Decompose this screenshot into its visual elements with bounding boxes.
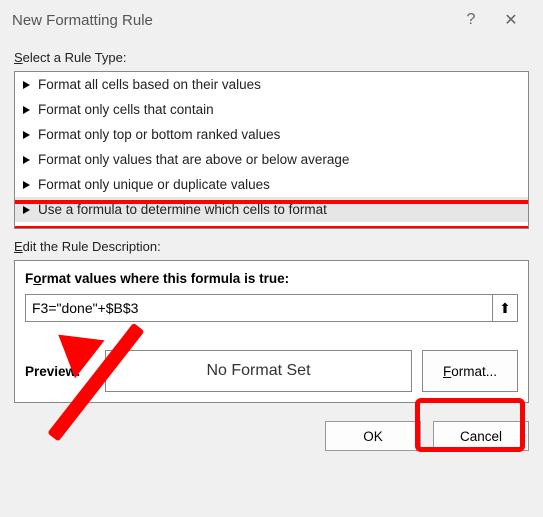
format-button[interactable]: Format... — [422, 350, 518, 392]
rule-item-label: Format only top or bottom ranked values — [38, 127, 280, 142]
close-button[interactable]: ✕ — [491, 10, 531, 30]
preview-box: No Format Set — [105, 350, 412, 392]
rule-item-formula[interactable]: Use a formula to determine which cells t… — [15, 197, 528, 222]
bullet-icon — [23, 181, 30, 189]
cancel-button[interactable]: Cancel — [433, 421, 529, 451]
preview-row: Preview: No Format Set Format... — [25, 350, 518, 392]
rule-item-unique-dup[interactable]: Format only unique or duplicate values — [15, 172, 528, 197]
dialog-title: New Formatting Rule — [12, 12, 451, 29]
formula-heading: Format values where this formula is true… — [25, 271, 518, 286]
bullet-icon — [23, 156, 30, 164]
formula-row: ⬆ — [25, 294, 518, 322]
rule-description-box: Format values where this formula is true… — [14, 260, 529, 403]
rule-type-label: Select a Rule Type: — [14, 50, 529, 65]
edit-desc-label: Edit the Rule Description: — [14, 239, 529, 254]
rule-item-above-below[interactable]: Format only values that are above or bel… — [15, 147, 528, 172]
range-selector-button[interactable]: ⬆ — [492, 294, 518, 322]
rule-item-cells-contain[interactable]: Format only cells that contain — [15, 97, 528, 122]
help-button[interactable]: ? — [451, 11, 491, 29]
rule-item-label: Format only unique or duplicate values — [38, 177, 270, 192]
rule-item-all-cells[interactable]: Format all cells based on their values — [15, 72, 528, 97]
rule-type-list[interactable]: Format all cells based on their values F… — [14, 71, 529, 229]
rule-item-label: Format only values that are above or bel… — [38, 152, 349, 167]
rule-item-label: Use a formula to determine which cells t… — [38, 202, 327, 217]
preview-label: Preview: — [25, 364, 95, 379]
titlebar: New Formatting Rule ? ✕ — [0, 0, 543, 40]
bullet-icon — [23, 106, 30, 114]
ok-button[interactable]: OK — [325, 421, 421, 451]
rule-item-label: Format all cells based on their values — [38, 77, 261, 92]
rule-item-label: Format only cells that contain — [38, 102, 214, 117]
dialog-content: Select a Rule Type: Format all cells bas… — [0, 40, 543, 465]
bullet-icon — [23, 206, 30, 214]
rule-item-top-bottom[interactable]: Format only top or bottom ranked values — [15, 122, 528, 147]
bullet-icon — [23, 81, 30, 89]
dialog-button-row: OK Cancel — [14, 421, 529, 451]
collapse-dialog-icon: ⬆ — [499, 300, 511, 317]
bullet-icon — [23, 131, 30, 139]
formula-input[interactable] — [25, 294, 492, 322]
